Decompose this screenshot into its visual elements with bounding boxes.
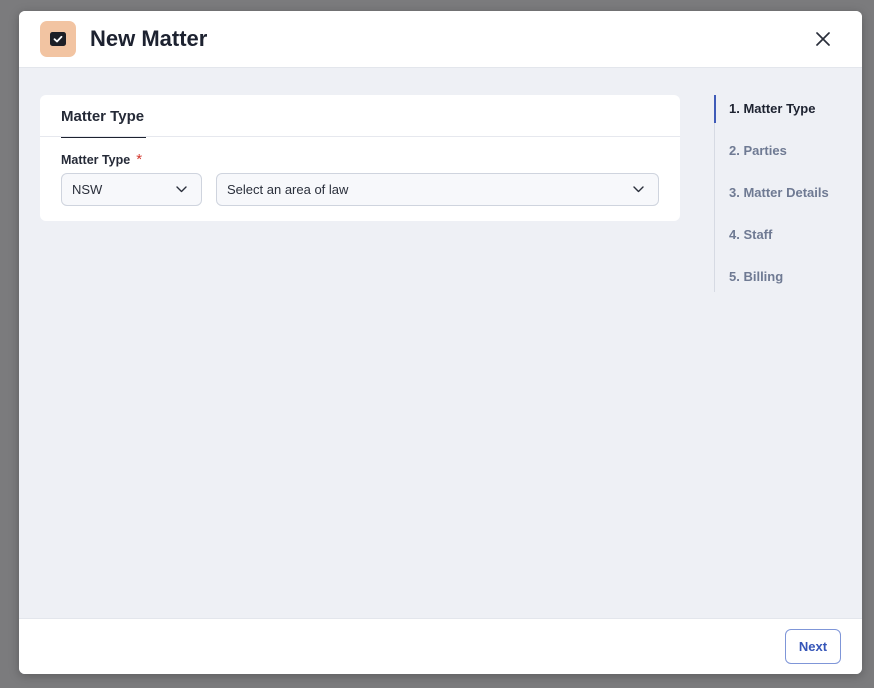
close-icon bbox=[816, 32, 830, 46]
matter-type-label: Matter Type * bbox=[61, 152, 142, 168]
step-matter-type[interactable]: 1. Matter Type bbox=[729, 101, 815, 117]
dialog-header: New Matter bbox=[19, 11, 862, 68]
step-navigation: 1. Matter Type 2. Parties 3. Matter Deta… bbox=[714, 95, 855, 292]
tab-matter-type[interactable]: Matter Type bbox=[61, 107, 147, 138]
matter-type-card: Matter Type Matter Type * NSW Select an a… bbox=[40, 95, 680, 221]
dialog-title: New Matter bbox=[90, 26, 208, 51]
divider bbox=[40, 136, 680, 137]
step-staff[interactable]: 4. Staff bbox=[729, 227, 772, 243]
chevron-down-icon bbox=[633, 186, 644, 193]
dialog-footer: Next bbox=[19, 618, 862, 674]
state-select-value: NSW bbox=[72, 182, 103, 197]
folder-check-icon bbox=[40, 21, 76, 57]
area-of-law-select[interactable]: Select an area of law bbox=[216, 173, 659, 206]
new-matter-dialog: New Matter Matter Type Matter Type * NSW … bbox=[19, 11, 862, 674]
close-button[interactable] bbox=[810, 26, 836, 52]
active-step-indicator bbox=[714, 95, 716, 123]
step-billing[interactable]: 5. Billing bbox=[729, 269, 783, 285]
chevron-down-icon bbox=[176, 186, 187, 193]
next-button[interactable]: Next bbox=[785, 629, 841, 664]
state-select[interactable]: NSW bbox=[61, 173, 202, 206]
step-matter-details[interactable]: 3. Matter Details bbox=[729, 185, 829, 201]
area-of-law-placeholder: Select an area of law bbox=[227, 182, 349, 197]
required-marker: * bbox=[136, 151, 143, 168]
field-label-text: Matter Type bbox=[61, 153, 131, 167]
step-parties[interactable]: 2. Parties bbox=[729, 143, 787, 159]
